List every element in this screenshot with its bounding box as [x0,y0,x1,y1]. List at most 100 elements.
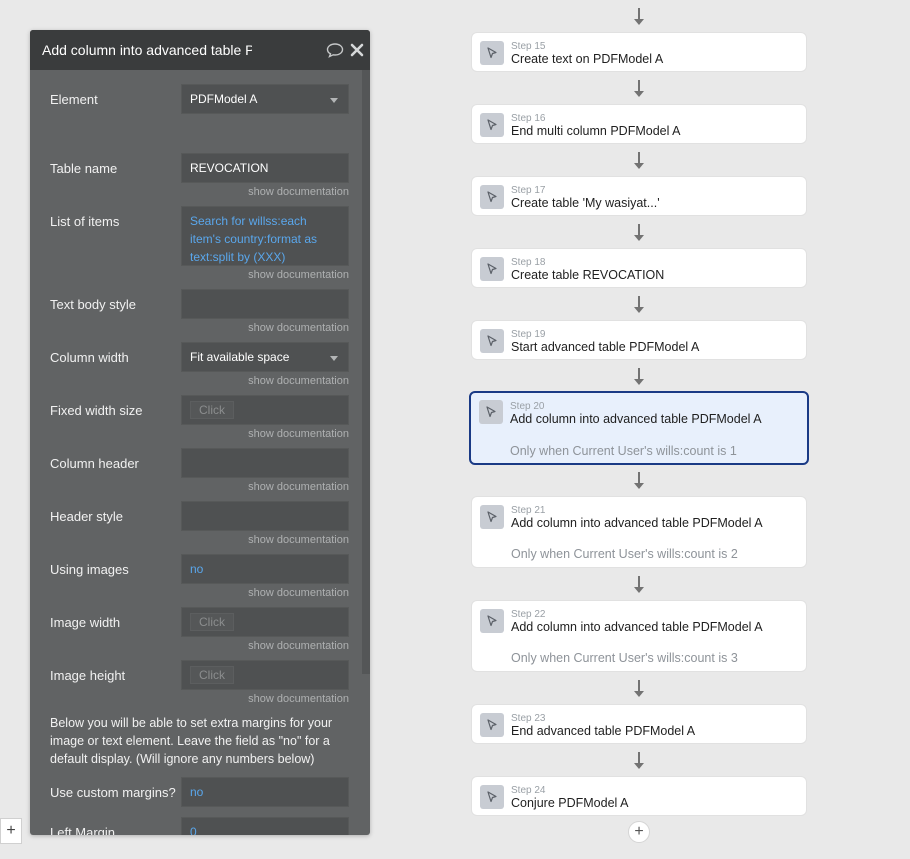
click-button[interactable]: Click [190,666,234,684]
workflow-step[interactable]: Step 18 Create table REVOCATION [471,248,807,288]
element-label: Element [50,92,98,107]
arrow-down-icon [634,379,644,385]
panel-header[interactable]: Add column into advanced table PDFModel … [30,30,370,70]
cursor-icon [480,329,504,353]
step-title: End advanced table PDFModel A [511,724,696,738]
show-documentation-link[interactable]: show documentation [248,322,349,334]
arrow-down-icon [634,483,644,489]
arrow-down-icon [634,19,644,25]
step-condition: Only when Current User's wills:count is … [511,547,738,561]
step-condition: Only when Current User's wills:count is … [511,651,738,665]
text-body-style-label: Text body style [50,297,136,312]
use-custom-margins-value: no [190,785,204,799]
step-title: Create table 'My wasiyat...' [511,196,660,210]
add-element-button[interactable]: + [0,818,22,844]
image-width-label: Image width [50,615,121,630]
arrow-down-icon [634,691,644,697]
plus-icon: + [6,822,16,839]
click-button[interactable]: Click [190,401,234,419]
column-header-input[interactable] [181,448,349,478]
arrow-down-icon [634,763,644,769]
header-style-input[interactable] [181,501,349,531]
step-title: End multi column PDFModel A [511,124,681,138]
step-title: Conjure PDFModel A [511,796,629,810]
text-body-style-input[interactable] [181,289,349,319]
show-documentation-link[interactable]: show documentation [248,186,349,198]
chevron-down-icon [330,356,338,361]
list-of-items-expression[interactable]: Search for willss:each item's country:fo… [181,206,349,266]
add-step-button[interactable]: + [628,821,650,843]
workflow-step[interactable]: Step 21 Add column into advanced table P… [471,496,807,568]
header-style-label: Header style [50,509,123,524]
show-documentation-link[interactable]: show documentation [248,587,349,599]
panel-scrollbar[interactable] [362,70,370,674]
table-name-label: Table name [50,161,118,176]
workflow-step[interactable]: Step 16 End multi column PDFModel A [471,104,807,144]
cursor-icon [480,505,504,529]
image-width-input[interactable]: Click [181,607,349,637]
cursor-icon [480,609,504,633]
using-images-value: no [190,562,204,576]
table-name-value: REVOCATION [190,161,269,175]
element-value: PDFModel A [190,92,258,106]
show-documentation-link[interactable]: show documentation [248,640,349,652]
step-title: Add column into advanced table PDFModel … [511,620,763,634]
using-images-input[interactable]: no [181,554,349,584]
show-documentation-link[interactable]: show documentation [248,269,349,281]
arrow-down-icon [634,235,644,241]
cursor-icon [479,400,503,424]
workflow-step[interactable]: Step 23 End advanced table PDFModel A [471,704,807,744]
chevron-down-icon [330,98,338,103]
panel-body: Element PDFModel A Table name REVOCATION… [30,70,362,835]
step-title: Add column into advanced table PDFModel … [510,412,762,426]
arrow-down-icon [634,91,644,97]
column-header-label: Column header [50,456,139,471]
arrow-down-icon [634,163,644,169]
show-documentation-link[interactable]: show documentation [248,481,349,493]
using-images-label: Using images [50,562,129,577]
left-margin-label: Left Margin [50,825,116,835]
element-dropdown[interactable]: PDFModel A [181,84,349,114]
workflow-step[interactable]: Step 22 Add column into advanced table P… [471,600,807,672]
cursor-icon [480,785,504,809]
left-margin-input[interactable]: 0 [181,817,349,835]
workflow-step[interactable]: Step 15 Create text on PDFModel A [471,32,807,72]
column-width-value: Fit available space [190,350,290,364]
list-of-items-value: Search for willss:each item's country:fo… [190,214,317,264]
arrow-down-icon [634,587,644,593]
step-title: Create table REVOCATION [511,268,665,282]
panel-title: Add column into advanced table PDFModel … [42,42,252,58]
workflow-step-selected[interactable]: Step 20 Add column into advanced table P… [469,391,809,465]
fixed-width-size-input[interactable]: Click [181,395,349,425]
close-icon[interactable] [350,43,364,57]
comment-icon[interactable] [326,42,344,58]
left-margin-value: 0 [190,825,197,835]
step-title: Start advanced table PDFModel A [511,340,700,354]
use-custom-margins-input[interactable]: no [181,777,349,807]
workflow-step[interactable]: Step 17 Create table 'My wasiyat...' [471,176,807,216]
margins-info-text: Below you will be able to set extra marg… [50,716,333,766]
cursor-icon [480,257,504,281]
image-height-label: Image height [50,668,126,683]
workflow-step[interactable]: Step 24 Conjure PDFModel A [471,776,807,816]
plus-icon: + [634,823,644,840]
list-of-items-label: List of items [50,214,120,229]
table-name-input[interactable]: REVOCATION [181,153,349,183]
arrow-down-icon [634,307,644,313]
click-button[interactable]: Click [190,613,234,631]
show-documentation-link[interactable]: show documentation [248,375,349,387]
show-documentation-link[interactable]: show documentation [248,693,349,705]
step-title: Add column into advanced table PDFModel … [511,516,763,530]
column-width-dropdown[interactable]: Fit available space [181,342,349,372]
property-editor-panel: Add column into advanced table PDFModel … [30,30,370,835]
cursor-icon [480,41,504,65]
use-custom-margins-label: Use custom margins? [50,785,176,800]
step-title: Create text on PDFModel A [511,52,664,66]
show-documentation-link[interactable]: show documentation [248,428,349,440]
show-documentation-link[interactable]: show documentation [248,534,349,546]
cursor-icon [480,113,504,137]
step-condition: Only when Current User's wills:count is … [510,444,737,458]
fixed-width-size-label: Fixed width size [50,403,143,418]
workflow-step[interactable]: Step 19 Start advanced table PDFModel A [471,320,807,360]
image-height-input[interactable]: Click [181,660,349,690]
